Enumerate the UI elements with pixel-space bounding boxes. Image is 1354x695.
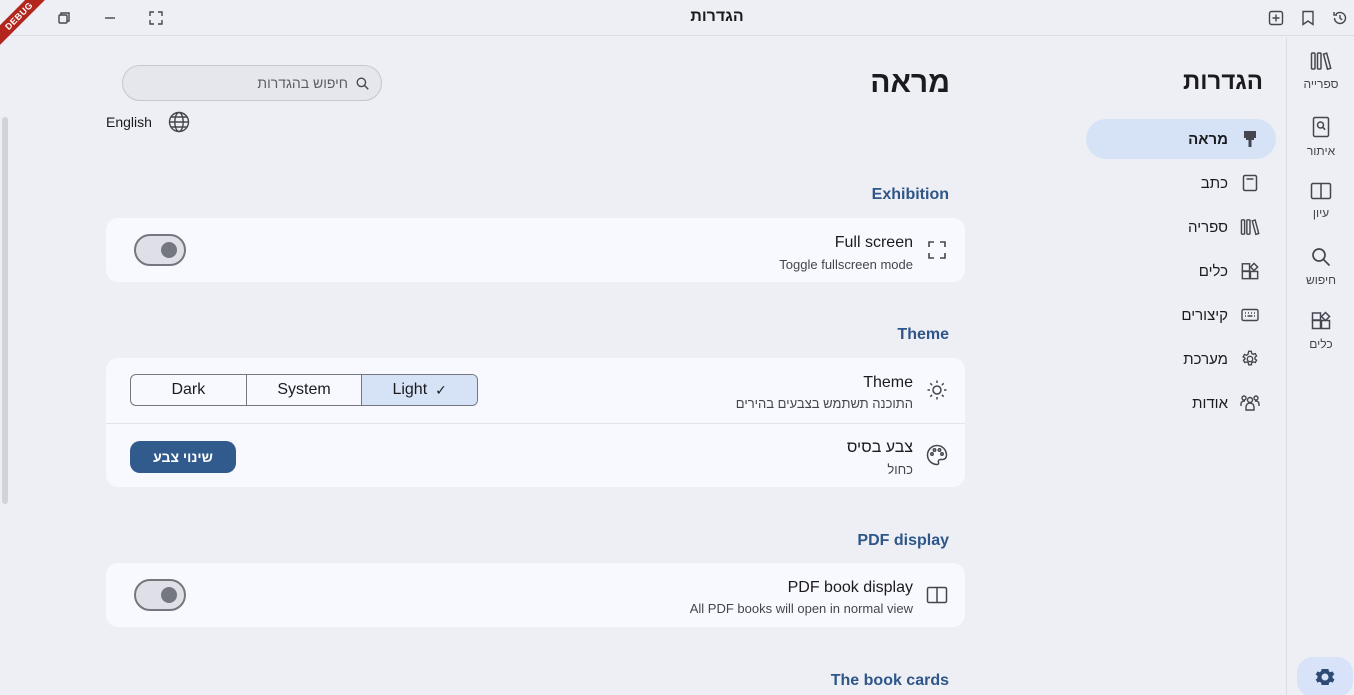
- pdf-display-row[interactable]: PDF book display All PDF books will open…: [106, 563, 965, 627]
- theme-title: Theme: [863, 374, 913, 391]
- nav-item-label: אודות: [1192, 394, 1228, 412]
- language-selector[interactable]: English: [106, 111, 190, 133]
- history-icon[interactable]: [1330, 8, 1350, 28]
- gear-icon: [1240, 349, 1260, 369]
- fullscreen-toggle[interactable]: [134, 234, 186, 266]
- nav-item-label: קיצורים: [1181, 306, 1228, 324]
- add-tab-icon[interactable]: [1266, 8, 1286, 28]
- library-icon: [1240, 217, 1260, 237]
- option-label: System: [277, 381, 331, 398]
- widgets-icon: [1240, 261, 1260, 281]
- nav-item-tools[interactable]: כלים: [1086, 251, 1276, 291]
- nav-item-label: מערכת: [1183, 350, 1228, 368]
- theme-segmented-control: Dark System Light ✓: [130, 374, 478, 406]
- fullscreen-row[interactable]: Full screen Toggle fullscreen mode: [106, 218, 965, 282]
- locate-book-icon: [1312, 116, 1330, 138]
- option-label: Dark: [171, 381, 206, 398]
- exhibition-card: Full screen Toggle fullscreen mode: [106, 218, 965, 282]
- section-heading-theme: Theme: [897, 326, 949, 343]
- option-label: Light: [392, 381, 428, 398]
- nav-item-about[interactable]: אודות: [1086, 383, 1276, 423]
- base-color-title: צבע בסיס: [846, 439, 913, 456]
- section-heading-pdf: PDF display: [857, 532, 949, 549]
- nav-item-label: כלים: [1198, 262, 1228, 280]
- document-icon: [1240, 173, 1260, 193]
- pdf-display-title: PDF book display: [787, 579, 913, 596]
- rail-item-tools[interactable]: כלים: [1287, 311, 1354, 351]
- rail-item-search[interactable]: חיפוש: [1287, 247, 1354, 287]
- nav-item-label: ספריה: [1188, 218, 1228, 236]
- language-label: English: [106, 114, 152, 130]
- rail-label: ספרייה: [1303, 77, 1339, 91]
- book-open-icon: [925, 583, 949, 607]
- theme-card: Theme התוכנה תשתמש בצבעים בהירים Dark Sy…: [106, 358, 965, 487]
- rail-label: עיון: [1312, 206, 1330, 220]
- base-color-subtitle: כחול: [887, 462, 913, 477]
- nav-item-library[interactable]: ספריה: [1086, 207, 1276, 247]
- toggle-knob: [161, 242, 177, 258]
- globe-icon: [168, 111, 190, 133]
- nav-item-shortcuts[interactable]: קיצורים: [1086, 295, 1276, 335]
- toggle-knob: [161, 587, 177, 603]
- rail-settings-button[interactable]: [1297, 657, 1353, 695]
- title-bar: DEBUG הגדרות: [0, 0, 1354, 49]
- rail-label: חיפוש: [1306, 273, 1336, 287]
- library-icon: [1310, 52, 1332, 71]
- page-title: מראה: [870, 66, 950, 99]
- pdf-card: PDF book display All PDF books will open…: [106, 563, 965, 627]
- sun-icon: [925, 378, 949, 402]
- fullscreen-title: Full screen: [834, 234, 913, 251]
- search-icon: [356, 77, 369, 90]
- rail-item-locate[interactable]: איתור: [1287, 116, 1354, 158]
- fullscreen-subtitle: Toggle fullscreen mode: [779, 257, 913, 272]
- pdf-display-subtitle: All PDF books will open in normal view: [689, 601, 913, 616]
- nav-item-label: מראה: [1188, 130, 1228, 148]
- rail-label: איתור: [1306, 144, 1336, 158]
- gear-icon: [1315, 669, 1335, 685]
- base-color-row: צבע בסיס כחול שינוי צבע: [106, 424, 965, 487]
- nav-item-font[interactable]: כתב: [1086, 163, 1276, 203]
- theme-option-light[interactable]: Light ✓: [362, 375, 477, 405]
- navigation-rail: ספרייה איתור עיון חיפוש כלים: [1286, 37, 1354, 695]
- checkmark-icon: ✓: [435, 381, 447, 398]
- nav-item-appearance[interactable]: מראה: [1086, 119, 1276, 159]
- scrollbar[interactable]: [2, 117, 8, 504]
- section-heading-book-cards: The book cards: [830, 672, 949, 689]
- book-open-icon: [1310, 182, 1332, 200]
- theme-row: Theme התוכנה תשתמש בצבעים בהירים Dark Sy…: [106, 358, 965, 422]
- theme-option-dark[interactable]: Dark: [131, 375, 247, 405]
- nav-item-label: כתב: [1200, 174, 1228, 192]
- search-placeholder: חיפוש בהגדרות: [257, 75, 348, 91]
- palette-icon: [925, 443, 949, 467]
- tools-icon: [1311, 311, 1331, 330]
- paint-brush-icon: [1240, 129, 1260, 149]
- change-color-button[interactable]: שינוי צבע: [130, 441, 236, 473]
- fullscreen-icon: [925, 238, 949, 262]
- pdf-display-toggle[interactable]: [134, 579, 186, 611]
- settings-search-input[interactable]: חיפוש בהגדרות: [122, 65, 382, 101]
- window-title: הגדרות: [690, 8, 744, 25]
- keyboard-icon: [1240, 305, 1260, 325]
- settings-title: הגדרות: [1183, 68, 1263, 95]
- theme-option-system[interactable]: System: [247, 375, 363, 405]
- theme-subtitle: התוכנה תשתמש בצבעים בהירים: [735, 396, 913, 411]
- people-icon: [1240, 393, 1260, 413]
- section-heading-exhibition: Exhibition: [871, 186, 949, 203]
- bookmark-icon[interactable]: [1298, 8, 1318, 28]
- nav-item-system[interactable]: מערכת: [1086, 339, 1276, 379]
- rail-item-read[interactable]: עיון: [1287, 182, 1354, 220]
- rail-item-library[interactable]: ספרייה: [1287, 51, 1354, 91]
- rail-label: כלים: [1309, 337, 1333, 351]
- search-icon: [1312, 248, 1331, 267]
